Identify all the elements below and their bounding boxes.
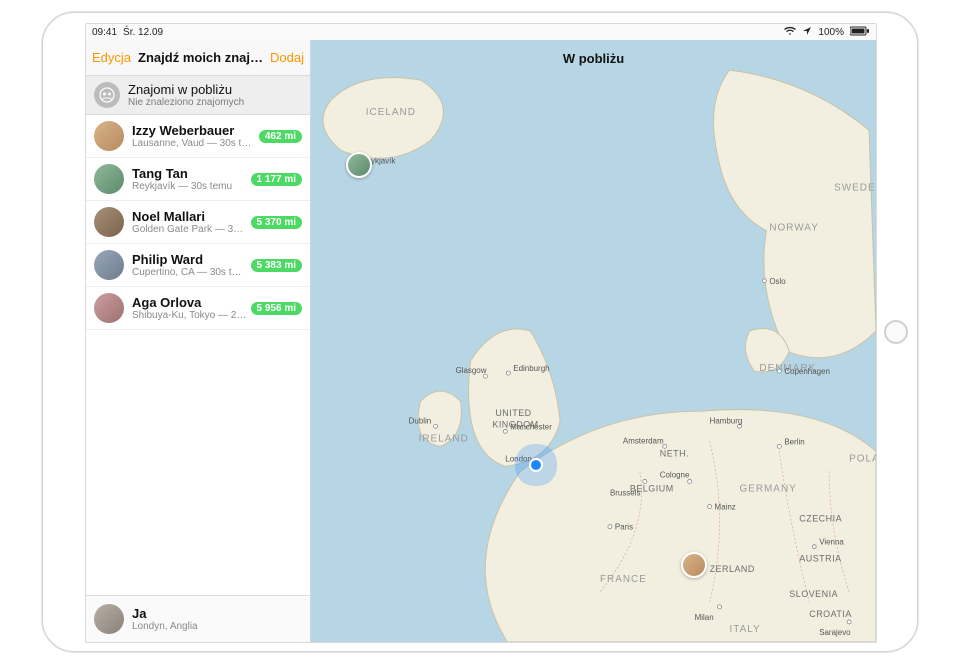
svg-text:Cologne: Cologne (660, 470, 690, 479)
svg-text:Edinburgh: Edinburgh (513, 364, 549, 373)
add-button[interactable]: Dodaj (270, 50, 304, 65)
distance-badge: 5 383 mi (251, 259, 302, 272)
friend-name: Noel Mallari (132, 209, 247, 224)
sidebar: Edycja Znajdź moich znaj… Dodaj Znajomi … (86, 40, 311, 642)
friend-sub: Reykjavík — 30s temu (132, 181, 247, 192)
svg-text:Sarajevo: Sarajevo (819, 628, 851, 637)
svg-text:AUSTRIA: AUSTRIA (799, 554, 841, 564)
ipad-frame: 09:41 Śr. 12.09 100% Edycja (42, 12, 918, 652)
current-location-dot (529, 458, 543, 472)
battery-percent: 100% (818, 27, 844, 38)
svg-text:Vienna: Vienna (819, 538, 844, 547)
status-time: 09:41 (92, 27, 117, 38)
map-pin-friend[interactable] (681, 552, 707, 578)
svg-text:ICELAND: ICELAND (366, 107, 416, 118)
avatar (94, 604, 124, 634)
svg-text:NETH.: NETH. (660, 448, 689, 458)
svg-text:Brussels: Brussels (610, 488, 641, 497)
me-row[interactable]: Ja Londyn, Anglia (86, 595, 310, 642)
svg-text:Oslo: Oslo (769, 277, 786, 286)
svg-text:Glasgow: Glasgow (455, 366, 486, 375)
friend-row[interactable]: Noel Mallari Golden Gate Park — 30s temu… (86, 201, 310, 244)
svg-text:Dublin: Dublin (409, 416, 432, 425)
me-name: Ja (132, 606, 302, 621)
svg-text:Mainz: Mainz (715, 503, 736, 512)
friend-name: Tang Tan (132, 166, 247, 181)
svg-text:Copenhagen: Copenhagen (784, 367, 830, 376)
svg-text:SWEDEN: SWEDEN (834, 182, 876, 193)
friend-name: Aga Orlova (132, 295, 247, 310)
svg-text:CROATIA: CROATIA (809, 609, 852, 619)
nearby-subtitle: Nie znaleziono znajomych (128, 97, 244, 108)
friend-row[interactable]: Aga Orlova Shibuya-Ku, Tokyo — 2min temu… (86, 287, 310, 330)
status-date: Śr. 12.09 (123, 27, 163, 38)
distance-badge: 5 956 mi (251, 302, 302, 315)
svg-text:ITALY: ITALY (730, 624, 761, 635)
home-button[interactable] (884, 320, 908, 344)
friend-row[interactable]: Izzy Weberbauer Lausanne, Vaud — 30s tem… (86, 115, 310, 158)
svg-text:Amsterdam: Amsterdam (623, 436, 664, 445)
distance-badge: 462 mi (259, 130, 302, 143)
svg-text:GERMANY: GERMANY (739, 483, 796, 494)
app-title: Znajdź moich znaj… (135, 50, 266, 65)
svg-text:Paris: Paris (615, 523, 633, 532)
avatar (94, 207, 124, 237)
battery-icon (850, 26, 870, 39)
friend-sub: Cupertino, CA — 30s temu (132, 267, 247, 278)
friend-sub: Lausanne, Vaud — 30s temu (132, 138, 255, 149)
me-sub: Londyn, Anglia (132, 621, 302, 632)
friend-name: Izzy Weberbauer (132, 123, 255, 138)
friends-list[interactable]: Znajomi w pobliżu Nie znaleziono znajomy… (86, 76, 310, 595)
friend-name: Philip Ward (132, 252, 247, 267)
nearby-icon (94, 82, 120, 108)
nearby-title: Znajomi w pobliżu (128, 82, 244, 97)
map[interactable]: W pobliżu i (311, 40, 876, 642)
svg-text:IRELAND: IRELAND (419, 433, 469, 444)
map-canvas: ICELAND NORWAY SWEDEN DENMARK UNITED KIN… (311, 40, 876, 642)
avatar (94, 121, 124, 151)
avatar (94, 164, 124, 194)
nearby-header[interactable]: Znajomi w pobliżu Nie znaleziono znajomy… (86, 76, 310, 115)
friend-row[interactable]: Philip Ward Cupertino, CA — 30s temu 5 3… (86, 244, 310, 287)
svg-text:Hamburg: Hamburg (710, 416, 743, 425)
friend-sub: Golden Gate Park — 30s temu (132, 224, 247, 235)
svg-text:ZERLAND: ZERLAND (710, 564, 755, 574)
svg-text:Manchester: Manchester (510, 422, 552, 431)
avatar (94, 293, 124, 323)
map-title: W pobliżu (311, 40, 876, 76)
distance-badge: 5 370 mi (251, 216, 302, 229)
avatar (94, 250, 124, 280)
svg-text:Milan: Milan (695, 613, 714, 622)
svg-text:Berlin: Berlin (784, 437, 804, 446)
distance-badge: 1 177 mi (251, 173, 302, 186)
svg-text:CZECHIA: CZECHIA (799, 514, 842, 524)
friend-row[interactable]: Tang Tan Reykjavík — 30s temu 1 177 mi (86, 158, 310, 201)
status-bar: 09:41 Śr. 12.09 100% (86, 24, 876, 40)
app-screen: 09:41 Śr. 12.09 100% Edycja (85, 23, 877, 643)
svg-text:FRANCE: FRANCE (600, 574, 647, 585)
nav-bar: Edycja Znajdź moich znaj… Dodaj (86, 40, 310, 76)
svg-text:SLOVENIA: SLOVENIA (789, 589, 838, 599)
uk-label-1: UNITED (495, 408, 531, 418)
svg-text:London: London (505, 454, 532, 463)
map-pin-friend[interactable] (346, 152, 372, 178)
friend-sub: Shibuya-Ku, Tokyo — 2min temu (132, 310, 247, 321)
edit-button[interactable]: Edycja (92, 50, 131, 65)
location-services-icon (802, 26, 812, 39)
svg-text:POLAND: POLAND (849, 453, 876, 464)
wifi-icon (784, 26, 796, 39)
svg-text:NORWAY: NORWAY (769, 223, 818, 234)
